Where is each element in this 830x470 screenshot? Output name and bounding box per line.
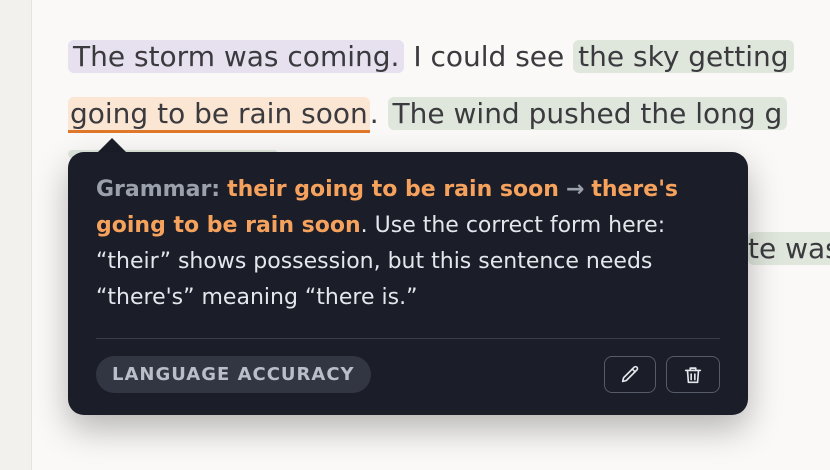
delete-button[interactable] <box>666 356 720 393</box>
text-line-2: going to be rain soon. The wind pushed t… <box>68 94 788 134</box>
original-text: their going to be rain soon <box>227 177 559 202</box>
grammar-suggestion-card: Grammar: their going to be rain soon → t… <box>68 152 748 415</box>
text-line-4-partial: te was <box>748 229 830 269</box>
category-badge: LANGUAGE ACCURACY <box>96 356 371 393</box>
tooltip-arrow <box>97 138 127 153</box>
trash-icon <box>684 366 702 383</box>
grammar-error-highlight[interactable]: going to be rain soon <box>68 97 370 133</box>
sentence-highlight[interactable]: The storm was coming. <box>68 40 405 73</box>
suggestion-body: Grammar: their going to be rain soon → t… <box>96 172 726 316</box>
plain-text: I could see <box>404 40 574 73</box>
suggestion-highlight-green[interactable]: te was <box>748 232 830 265</box>
pencil-icon <box>621 365 639 382</box>
suggestion-highlight-green[interactable]: The wind pushed the long g <box>387 97 788 130</box>
category-label: Grammar: <box>96 177 221 202</box>
punctuation: . <box>369 97 379 130</box>
divider <box>96 338 720 339</box>
text-line-1: The storm was coming. I could see the sk… <box>68 37 794 77</box>
suggestion-highlight-green[interactable]: the sky getting <box>573 40 794 73</box>
arrow-icon: → <box>565 177 585 202</box>
edit-button[interactable] <box>604 356 656 393</box>
